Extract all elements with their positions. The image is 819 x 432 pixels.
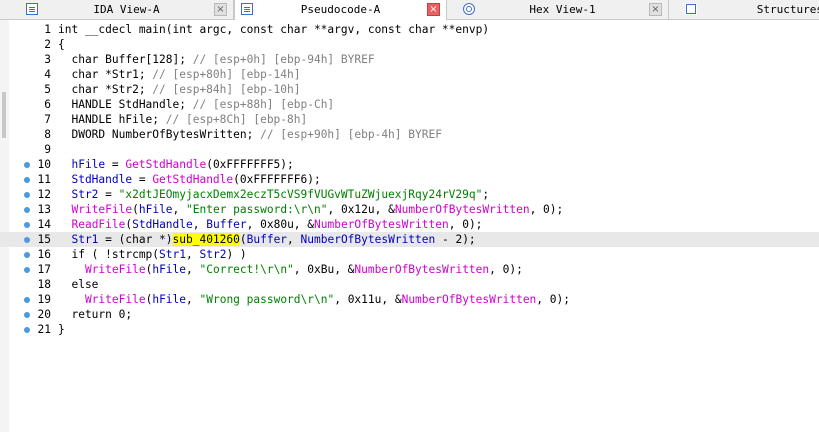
line-number: 4 [44,68,51,81]
code-line[interactable]: 20 return 0; [0,307,819,322]
breakpoint-dot[interactable] [24,327,30,333]
breakpoint-dot[interactable] [24,267,30,273]
code-line[interactable]: 11 StdHandle = GetStdHandle(0xFFFFFFF6); [0,172,819,187]
line-number: 1 [44,23,51,36]
code-line[interactable]: 9 [0,142,819,157]
line-number: 8 [44,128,51,141]
code-text: WriteFile(hFile, "Enter password:\r\n", … [71,203,564,216]
breakpoint-dot[interactable] [24,207,30,213]
line-number: 18 [37,278,51,291]
code-text: WriteFile(hFile, "Wrong password\r\n", 0… [84,293,570,306]
line-number: 3 [44,53,51,66]
breakpoint-dot[interactable] [24,252,30,258]
line-number: 14 [37,218,51,231]
selected-function: sub_401260 [172,233,240,246]
line-number: 19 [37,293,51,306]
line-number: 21 [37,323,51,336]
code-text: char *Str2; // [esp+84h] [ebp-10h] [58,83,301,96]
line-number: 17 [37,263,51,276]
code-text: WriteFile(hFile, "Correct!\r\n", 0xBu, &… [84,263,523,276]
code-line[interactable]: 5 char *Str2; // [esp+84h] [ebp-10h] [0,82,819,97]
tab-label: Pseudocode-A [300,3,381,16]
code-text: else [58,278,99,291]
line-number: 5 [44,83,51,96]
code-line[interactable]: 2{ [0,37,819,52]
tab-ida-view-a[interactable]: IDA View-A × [20,0,234,19]
code-text: hFile = GetStdHandle(0xFFFFFFF5); [58,158,294,171]
line-number: 15 [37,233,51,246]
code-line[interactable]: 8 DWORD NumberOfBytesWritten; // [esp+90… [0,127,819,142]
breakpoint-dot[interactable] [24,237,30,243]
tab-bar: IDA View-A × Pseudocode-A × Hex View-1 ×… [0,0,819,20]
tab-label: Hex View-1 [529,3,596,16]
structures-icon [685,3,697,15]
code-text: if ( !strcmp(Str1, Str2) ) [58,248,247,261]
code-line[interactable]: 3 char Buffer[128]; // [esp+0h] [ebp-94h… [0,52,819,67]
breakpoint-dot[interactable] [24,192,30,198]
code-text: return 0; [58,308,133,321]
code-line[interactable]: 18 else [0,277,819,292]
code-line[interactable]: 14 ReadFile(StdHandle, Buffer, 0x80u, &N… [0,217,819,232]
breakpoint-dot[interactable] [24,222,30,228]
line-number: 6 [44,98,51,111]
tab-structures[interactable]: Structures [679,0,819,19]
code-line[interactable]: 21} [0,322,819,337]
close-icon[interactable]: × [214,3,227,16]
breakpoint-dot[interactable] [24,177,30,183]
code-text: int __cdecl main(int argc, const char **… [58,23,490,36]
code-line[interactable]: 17 WriteFile(hFile, "Correct!\r\n", 0xBu… [0,262,819,277]
line-number: 13 [37,203,51,216]
code-text: char Buffer[128]; // [esp+0h] [ebp-94h] … [58,53,375,66]
code-line[interactable]: 4 char *Str1; // [esp+80h] [ebp-14h] [0,67,819,82]
code-text: StdHandle = GetStdHandle(0xFFFFFFF6); [58,173,321,186]
line-number: 7 [44,113,51,126]
line-number: 16 [37,248,51,261]
breakpoint-dot[interactable] [24,162,30,168]
line-number: 2 [44,38,51,51]
code-line[interactable]: 10 hFile = GetStdHandle(0xFFFFFFF5); [0,157,819,172]
line-number: 9 [44,143,51,156]
close-icon[interactable]: × [427,3,440,16]
close-icon[interactable]: × [649,3,662,16]
tab-label: Structures [756,3,819,16]
code-line[interactable]: 16 if ( !strcmp(Str1, Str2) ) [0,247,819,262]
code-text: char *Str1; // [esp+80h] [ebp-14h] [58,68,301,81]
code-text: DWORD NumberOfBytesWritten; // [esp+90h]… [58,128,442,141]
code-text: HANDLE StdHandle; // [esp+88h] [ebp-Ch] [58,98,335,111]
code-text: ReadFile(StdHandle, Buffer, 0x80u, &Numb… [71,218,483,231]
code-text: Str2 = "x2dtJEOmyjacxDemx2eczT5cVS9fVUGv… [58,188,490,201]
line-number: 10 [37,158,51,171]
code-text: Str1 = (char *)sub_401260(Buffer, Number… [58,233,476,246]
breakpoint-dot[interactable] [24,297,30,303]
code-line[interactable]: 1 int __cdecl main(int argc, const char *… [0,22,819,37]
tab-label: IDA View-A [93,3,160,16]
code-line-current[interactable]: 15 Str1 = (char *)sub_401260(Buffer, Num… [0,232,819,247]
code-line[interactable]: 12 Str2 = "x2dtJEOmyjacxDemx2eczT5cVS9fV… [0,187,819,202]
tab-hex-view-1[interactable]: Hex View-1 × [457,0,669,19]
code-line[interactable]: 13 WriteFile(hFile, "Enter password:\r\n… [0,202,819,217]
line-number: 20 [37,308,51,321]
code-line[interactable]: 19 WriteFile(hFile, "Wrong password\r\n"… [0,292,819,307]
code-text: } [58,323,65,336]
code-text: { [58,38,65,51]
line-number: 11 [37,173,51,186]
code-line[interactable]: 7 HANDLE hFile; // [esp+8Ch] [ebp-8h] [0,112,819,127]
line-number: 12 [37,188,51,201]
code-line[interactable]: 6 HANDLE StdHandle; // [esp+88h] [ebp-Ch… [0,97,819,112]
code-text: HANDLE hFile; // [esp+8Ch] [ebp-8h] [58,113,308,126]
tab-pseudocode-a[interactable]: Pseudocode-A × [234,0,447,20]
breakpoint-dot[interactable] [24,312,30,318]
